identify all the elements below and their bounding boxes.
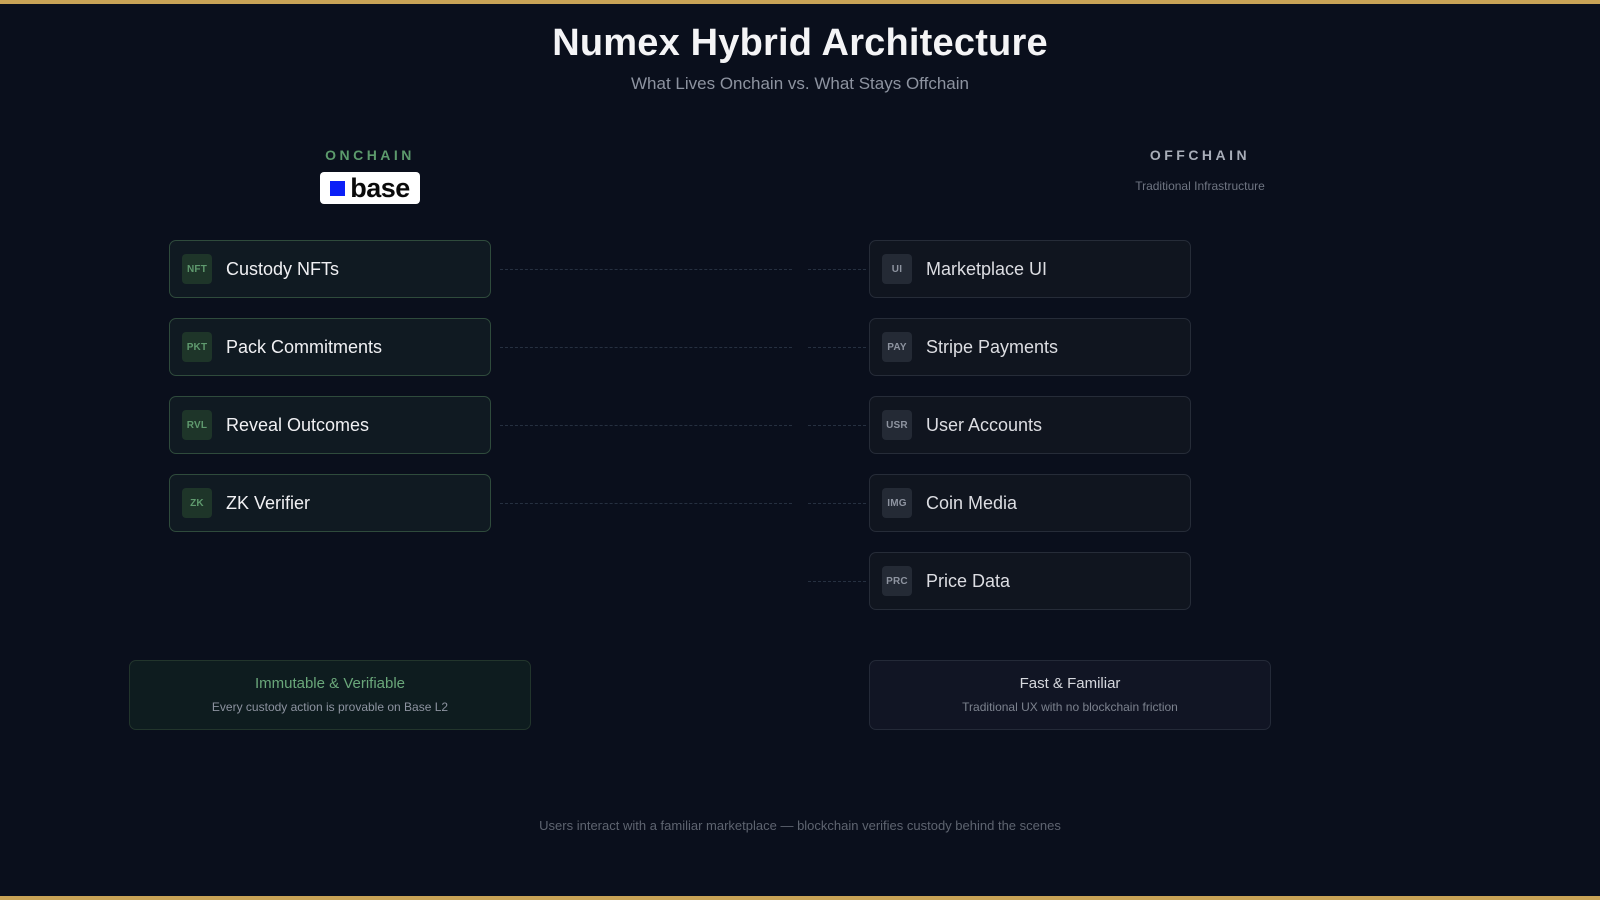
card-label: Reveal Outcomes — [226, 414, 370, 435]
img-badge-icon: IMG — [882, 488, 912, 518]
page-subtitle: What Lives Onchain vs. What Stays Offcha… — [631, 74, 969, 93]
offchain-summary: Fast & Familiar Traditional UX with no b… — [869, 660, 1271, 730]
top-gold-bar — [0, 0, 1600, 4]
connector-line-right — [808, 503, 866, 504]
onchain-summary-title: Immutable & Verifiable — [254, 675, 406, 692]
card-label: Pack Commitments — [226, 336, 383, 357]
bottom-gold-bar — [0, 896, 1600, 900]
pkt-badge-icon: PKT — [182, 332, 212, 362]
connector-line-left — [500, 269, 792, 270]
offchain-card-stripe-payments: PAY Stripe Payments — [869, 318, 1191, 376]
offchain-summary-title: Fast & Familiar — [1019, 675, 1121, 692]
card-label: Coin Media — [926, 492, 1018, 513]
offchain-card-coin-media: IMG Coin Media — [869, 474, 1191, 532]
onchain-card-zk-verifier: ZK ZK Verifier — [169, 474, 491, 532]
connector-line-left — [500, 425, 792, 426]
offchain-card-marketplace-ui: UI Marketplace UI — [869, 240, 1191, 298]
prc-badge-icon: PRC — [882, 566, 912, 596]
card-label: Marketplace UI — [926, 258, 1048, 279]
card-label: Stripe Payments — [926, 336, 1059, 357]
connector-line-right — [808, 425, 866, 426]
usr-badge-icon: USR — [882, 410, 912, 440]
page-title: Numex Hybrid Architecture — [552, 22, 1048, 64]
card-label: User Accounts — [926, 414, 1043, 435]
footer-note: Users interact with a familiar marketpla… — [539, 818, 1061, 833]
rvl-badge-icon: RVL — [182, 410, 212, 440]
connector-line-right — [808, 347, 866, 348]
onchain-heading: ONCHAIN — [325, 147, 415, 163]
connector-line-right — [808, 581, 866, 582]
base-logo-text: base — [350, 172, 410, 203]
ui-badge-icon: UI — [882, 254, 912, 284]
base-square-icon — [330, 180, 346, 196]
card-label: Price Data — [926, 570, 1011, 591]
onchain-card-custody-nfts: NFT Custody NFTs — [169, 240, 491, 298]
offchain-card-user-accounts: USR User Accounts — [869, 396, 1191, 454]
connector-line-left — [500, 503, 792, 504]
connector-line-left — [500, 347, 792, 348]
offchain-card-price-data: PRC Price Data — [869, 552, 1191, 610]
offchain-heading: OFFCHAIN — [1149, 147, 1251, 163]
nft-badge-icon: NFT — [182, 254, 212, 284]
card-label: Custody NFTs — [226, 258, 340, 279]
onchain-summary-desc: Every custody action is provable on Base… — [211, 700, 449, 714]
onchain-card-reveal-outcomes: RVL Reveal Outcomes — [169, 396, 491, 454]
pay-badge-icon: PAY — [882, 332, 912, 362]
base-logo: base — [320, 172, 420, 204]
offchain-summary-desc: Traditional UX with no blockchain fricti… — [962, 700, 1178, 714]
card-label: ZK Verifier — [226, 492, 311, 513]
onchain-card-pack-commitments: PKT Pack Commitments — [169, 318, 491, 376]
connector-line-right — [808, 269, 866, 270]
zk-badge-icon: ZK — [182, 488, 212, 518]
onchain-summary: Immutable & Verifiable Every custody act… — [129, 660, 531, 730]
offchain-subheading: Traditional Infrastructure — [1135, 179, 1265, 193]
